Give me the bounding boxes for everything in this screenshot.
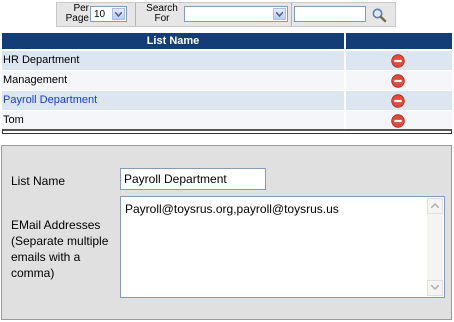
scroll-down-icon[interactable] [427, 280, 443, 296]
search-for-label: Search For [146, 3, 178, 24]
action-cell [346, 111, 452, 130]
delete-icon[interactable] [391, 74, 405, 88]
list-toolbar: Per Page 10 Search For [56, 2, 396, 27]
list-name-input[interactable] [120, 168, 266, 190]
textarea-scrollbar[interactable] [427, 198, 443, 296]
table-row: Management [0, 71, 454, 90]
list-name-cell[interactable]: HR Department [2, 51, 344, 70]
list-name-cell[interactable]: Tom [2, 111, 344, 130]
action-cell [346, 71, 452, 90]
table-row: Payroll Department [0, 91, 454, 110]
list-name-label: List Name [11, 174, 66, 188]
chevron-down-icon[interactable] [273, 8, 286, 20]
email-addresses-textarea[interactable]: Payroll@toysrus.org,payroll@toysrus.us [120, 196, 445, 298]
column-header-list-name[interactable]: List Name [2, 33, 344, 49]
delete-icon[interactable] [391, 94, 405, 108]
table-row: HR Department [0, 51, 454, 70]
per-page-value: 10 [94, 9, 106, 20]
per-page-label: Per Page [65, 3, 89, 24]
search-input[interactable] [294, 6, 366, 22]
list-name-cell[interactable]: Management [2, 71, 344, 90]
action-cell [346, 51, 452, 70]
table-header: List Name [0, 33, 454, 49]
toolbar-divider [291, 3, 292, 26]
search-field-select[interactable] [184, 6, 288, 22]
email-addresses-value: Payroll@toysrus.org,payroll@toysrus.us [125, 202, 339, 216]
delete-icon[interactable] [391, 114, 405, 128]
column-header-actions [346, 33, 452, 49]
scroll-up-icon[interactable] [427, 198, 443, 214]
chevron-down-icon[interactable] [112, 8, 125, 20]
table-row: Tom [0, 111, 454, 130]
toolbar-divider [135, 3, 136, 26]
list-name-cell[interactable]: Payroll Department [2, 91, 344, 110]
email-addresses-label: EMail Addresses (Separate multiple email… [11, 218, 109, 280]
delete-icon[interactable] [391, 54, 405, 68]
edit-list-panel: List Name EMail Addresses (Separate mult… [1, 145, 452, 320]
search-icon[interactable] [371, 7, 387, 23]
table-footer-scrollbar[interactable] [2, 129, 452, 134]
per-page-select[interactable]: 10 [90, 6, 127, 22]
action-cell [346, 91, 452, 110]
